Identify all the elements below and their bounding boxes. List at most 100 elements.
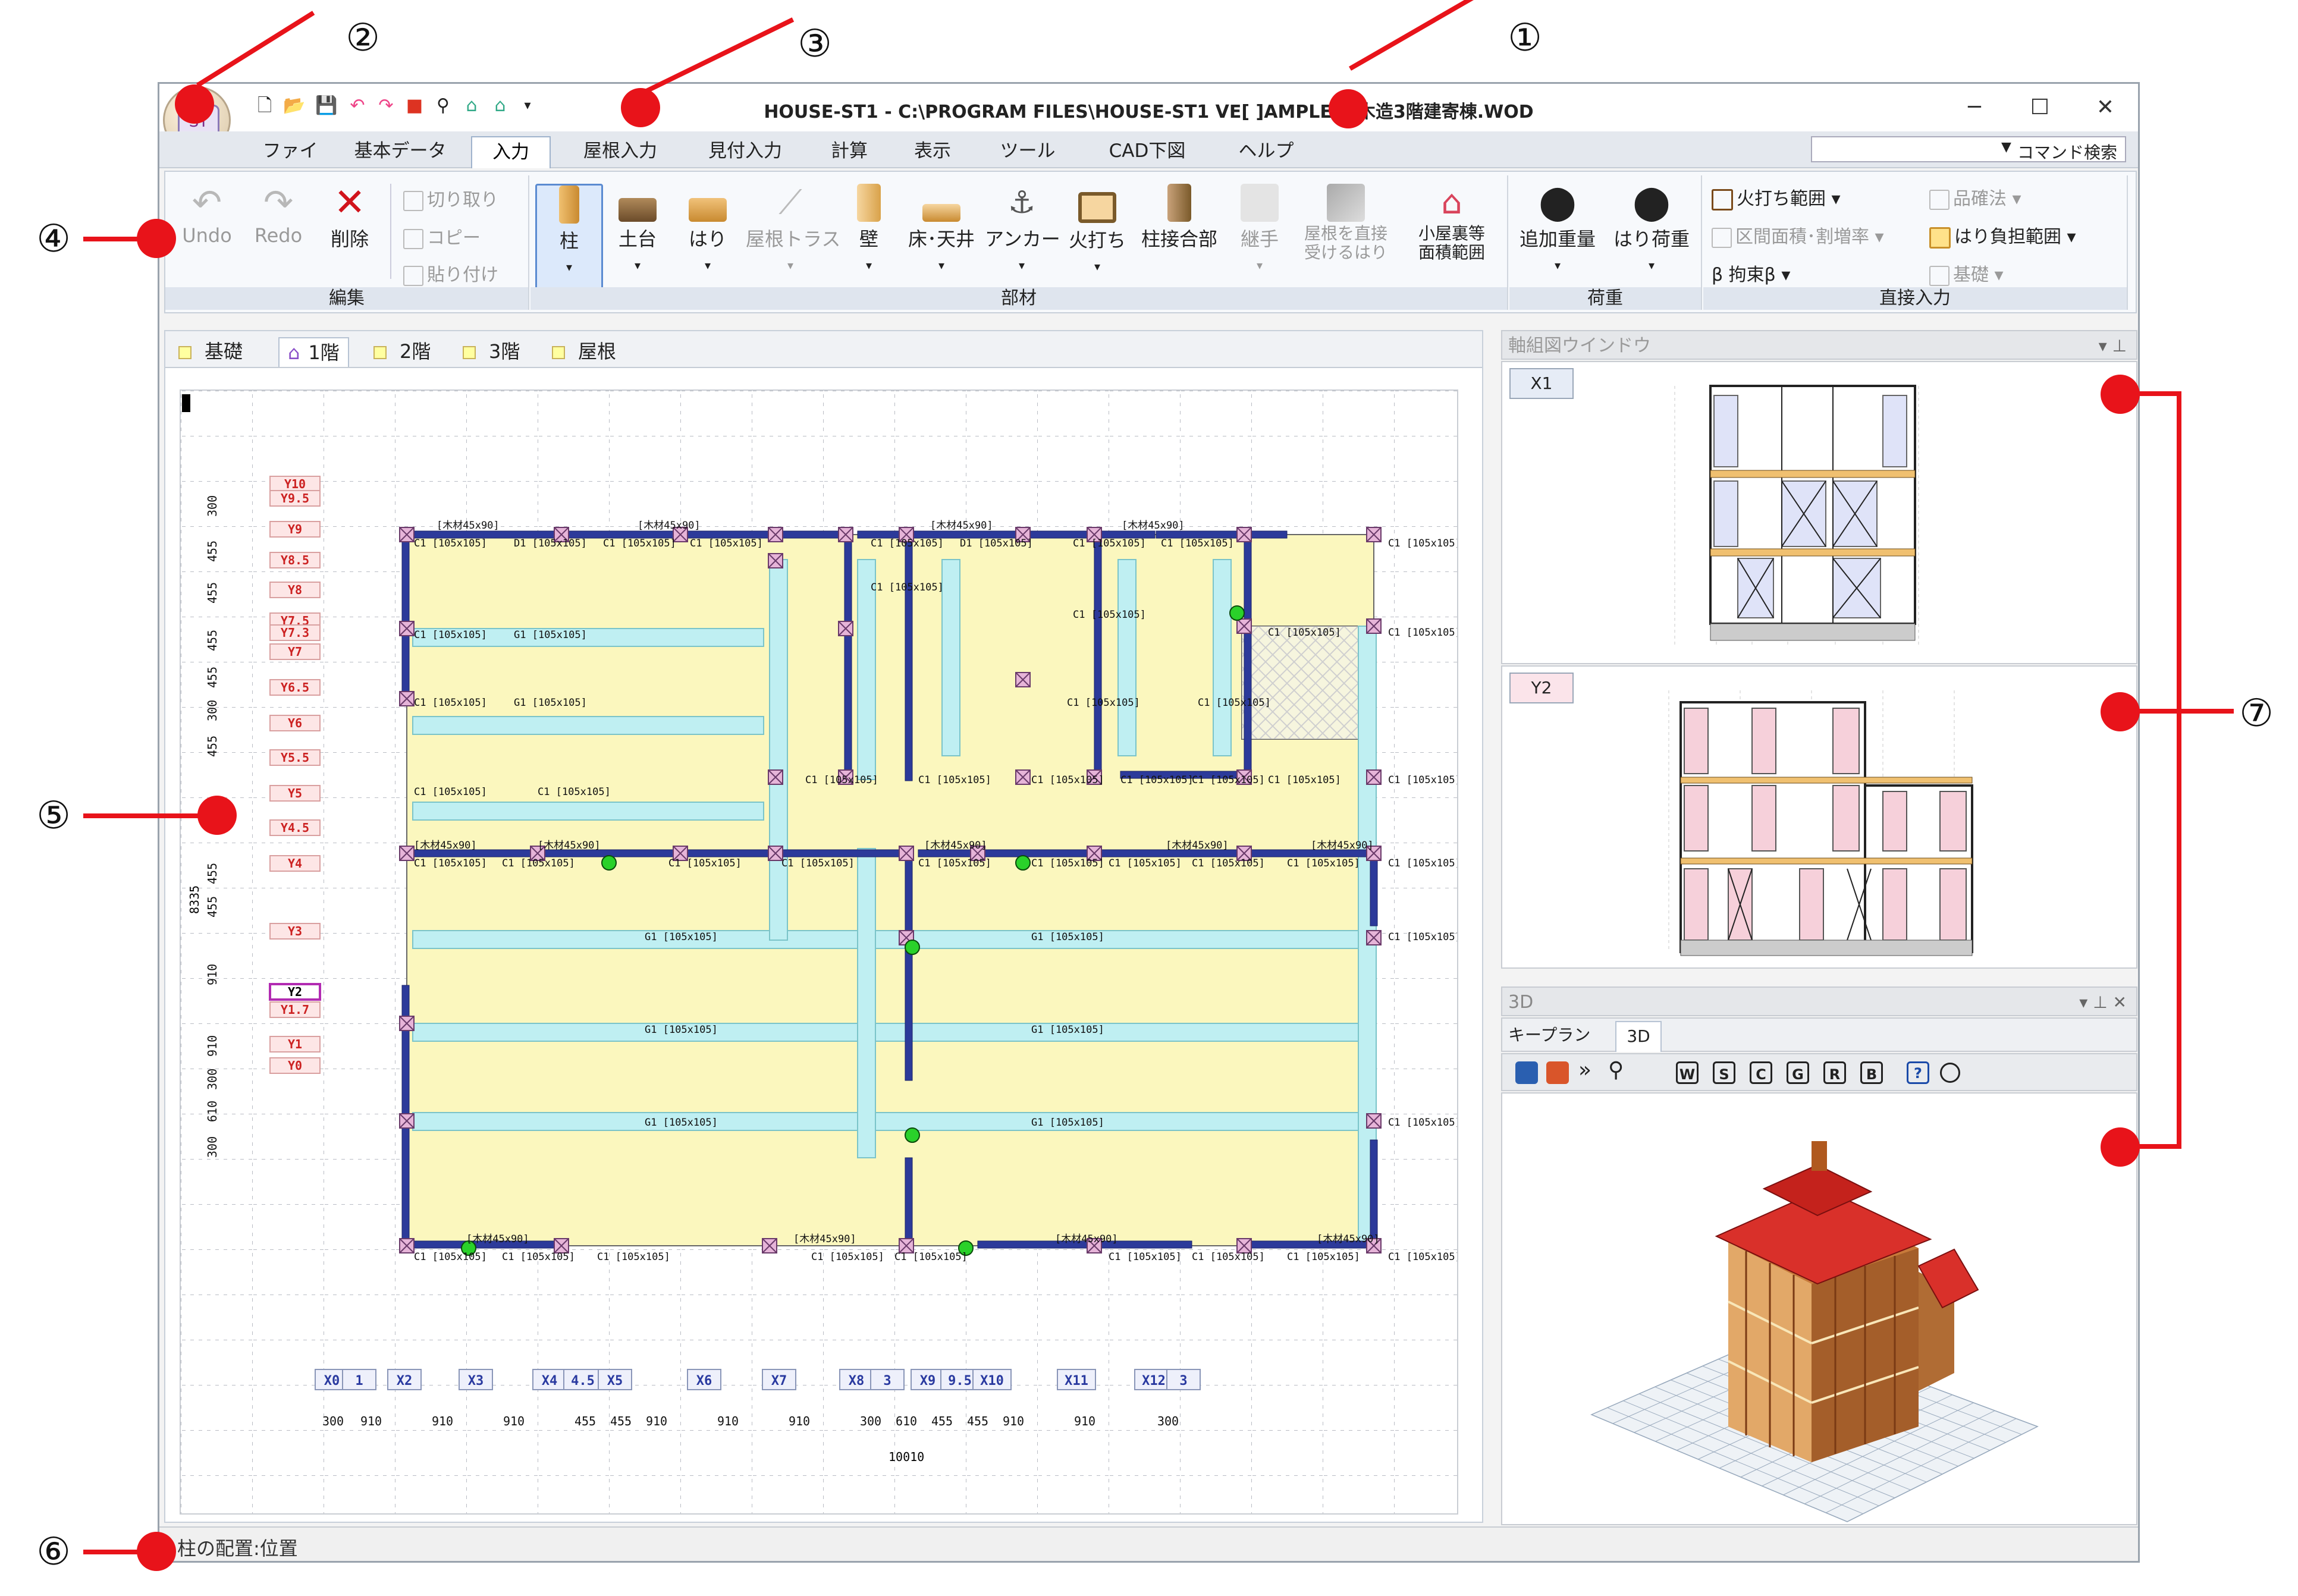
tab-cad-underlay[interactable]: CAD下図 xyxy=(1097,136,1198,167)
wall-button[interactable]: 壁 ▾ xyxy=(842,184,896,274)
column-marker[interactable] xyxy=(1236,527,1252,542)
foundation-button[interactable]: 基礎 ▾ xyxy=(1929,260,2004,286)
roof-beam-button[interactable]: 屋根を直接 受けるはり xyxy=(1295,184,1396,262)
column-marker[interactable] xyxy=(1366,1113,1382,1129)
anchor-button[interactable]: ⚓ アンカー ▾ xyxy=(985,184,1060,274)
y-axis-label[interactable]: Y4.5 xyxy=(269,819,321,836)
tab-basic-data[interactable]: 基本データ xyxy=(350,136,451,167)
column-marker[interactable] xyxy=(1015,672,1031,687)
attic-area-button[interactable]: ⌂ 小屋裏等 面積範囲 xyxy=(1402,184,1501,262)
y-axis-label[interactable]: Y2 xyxy=(269,983,321,1001)
hinkakuho-button[interactable]: 品確法 ▾ xyxy=(1929,184,2021,210)
render-icon[interactable] xyxy=(1546,1061,1569,1084)
floor-tab-2f[interactable]: 2階 xyxy=(373,337,431,366)
column-marker[interactable] xyxy=(762,1238,777,1253)
x-axis-label[interactable]: 1 xyxy=(342,1369,376,1390)
x-axis-label[interactable]: X4 xyxy=(532,1369,567,1390)
column-marker[interactable] xyxy=(1366,930,1382,945)
beam-button[interactable]: はり ▾ xyxy=(676,184,740,274)
tab-input[interactable]: 入力 xyxy=(471,136,551,168)
pin-icon[interactable]: ▾ ⊥ xyxy=(2099,331,2127,361)
y-axis-label[interactable]: Y1 xyxy=(269,1036,321,1053)
maximize-button[interactable]: ☐ xyxy=(2007,91,2073,124)
x-axis-label[interactable]: X3 xyxy=(459,1369,493,1390)
column-marker[interactable] xyxy=(399,1016,415,1031)
window-icon[interactable] xyxy=(1940,1063,1960,1083)
w-toggle-button[interactable]: W xyxy=(1676,1061,1699,1084)
floor-plan-canvas[interactable]: [木材45x90] [木材45x90] [木材45x90] [木材45x90] C1 [… xyxy=(180,389,1461,1515)
splice-button[interactable]: 継手 ▾ xyxy=(1230,184,1289,274)
walk-icon[interactable]: ⚲ xyxy=(1608,1058,1624,1082)
beam-burden-button[interactable]: はり負担範囲 ▾ xyxy=(1929,222,2076,249)
sill-button[interactable]: 土台 ▾ xyxy=(605,184,670,274)
tab-elevation-input[interactable]: 見付入力 xyxy=(695,136,796,167)
y-axis-label[interactable]: Y9.5 xyxy=(269,490,321,507)
x-axis-label[interactable]: 4.5 xyxy=(563,1369,602,1390)
tab-calc[interactable]: 計算 xyxy=(820,136,879,167)
x-axis-label[interactable]: X5 xyxy=(598,1369,632,1390)
floor-tab-1f[interactable]: ⌂ 1階 xyxy=(278,337,349,367)
tab-keyplan[interactable]: キープラン xyxy=(1508,1022,1590,1048)
command-search-input[interactable]: ▼ コマンド検索 xyxy=(1811,136,2126,162)
y-axis-label[interactable]: Y7 xyxy=(269,643,321,660)
undo-button[interactable]: ↶ Undo xyxy=(177,184,237,247)
r-toggle-button[interactable]: R xyxy=(1823,1061,1846,1084)
column-marker[interactable] xyxy=(399,691,415,706)
column-marker[interactable] xyxy=(768,553,783,568)
column-marker[interactable] xyxy=(399,621,415,636)
column-marker[interactable] xyxy=(838,621,853,636)
y-axis-label[interactable]: Y0 xyxy=(269,1057,321,1074)
column-marker[interactable] xyxy=(1236,618,1252,634)
column-marker[interactable] xyxy=(399,1113,415,1129)
y-axis-label[interactable]: Y6.5 xyxy=(269,679,321,696)
column-marker[interactable] xyxy=(399,1238,415,1253)
y-axis-label[interactable]: Y8.5 xyxy=(269,552,321,568)
c-toggle-button[interactable]: C xyxy=(1750,1061,1772,1084)
y-axis-label[interactable]: Y3 xyxy=(269,923,321,940)
y-axis-label[interactable]: Y5.5 xyxy=(269,749,321,766)
add-weight-button[interactable]: ⬤ 追加重量 ▾ xyxy=(1513,184,1602,274)
x-axis-label[interactable]: 3 xyxy=(1166,1369,1201,1390)
close-button[interactable]: ✕ xyxy=(2073,91,2138,124)
x-axis-label[interactable]: 3 xyxy=(870,1369,905,1390)
help-icon[interactable]: ? xyxy=(1907,1061,1929,1084)
column-marker[interactable] xyxy=(399,527,415,542)
x-axis-label[interactable]: X9 xyxy=(911,1369,945,1390)
delete-button[interactable]: ✕ 削除 xyxy=(320,184,379,252)
column-marker[interactable] xyxy=(768,846,783,861)
paste-button[interactable]: 貼り付け xyxy=(403,260,498,286)
x-axis-label[interactable]: X8 xyxy=(839,1369,874,1390)
y-axis-label[interactable]: Y6 xyxy=(269,715,321,731)
column-marker[interactable] xyxy=(838,527,853,542)
tab-help[interactable]: ヘルプ xyxy=(1233,136,1299,167)
tab-tools[interactable]: ツール xyxy=(992,136,1063,167)
floor-tab-3f[interactable]: 3階 xyxy=(463,337,520,366)
column-marker[interactable] xyxy=(768,527,783,542)
s-toggle-button[interactable]: S xyxy=(1713,1061,1735,1084)
elevation-x1-panel[interactable]: X1 xyxy=(1501,361,2137,664)
x-axis-label[interactable]: X10 xyxy=(972,1369,1012,1390)
minimize-button[interactable]: ─ xyxy=(1942,91,2007,124)
tab-view[interactable]: 表示 xyxy=(903,136,962,167)
column-joint-button[interactable]: 柱接合部 xyxy=(1135,184,1224,252)
b-toggle-button[interactable]: B xyxy=(1860,1061,1883,1084)
column-marker[interactable] xyxy=(1015,769,1031,785)
copy-button[interactable]: コピー xyxy=(403,223,481,249)
roof-truss-button[interactable]: ⟋ 屋根トラス ▾ xyxy=(746,184,840,274)
tab-file[interactable]: ファイル xyxy=(255,136,326,191)
column-marker[interactable] xyxy=(768,769,783,785)
y-axis-label[interactable]: Y8 xyxy=(269,582,321,598)
y-axis-label[interactable]: Y4 xyxy=(269,855,321,872)
tab-3d[interactable]: 3D xyxy=(1615,1021,1662,1052)
y-axis-label[interactable]: Y5 xyxy=(269,785,321,802)
g-toggle-button[interactable]: G xyxy=(1787,1061,1809,1084)
tab-roof-input[interactable]: 屋根入力 xyxy=(570,136,671,167)
column-marker[interactable] xyxy=(399,846,415,861)
floor-ceiling-button[interactable]: 床･天井 ▾ xyxy=(903,184,980,274)
threed-viewport[interactable] xyxy=(1501,1092,2137,1525)
y-axis-label[interactable]: Y7.3 xyxy=(269,624,321,641)
hiuchi-range-button[interactable]: 火打ち範囲 ▾ xyxy=(1712,184,1841,211)
beam-load-button[interactable]: ⬤ はり荷重 ▾ xyxy=(1607,184,1696,274)
floor-tab-roof[interactable]: 屋根 xyxy=(552,337,616,366)
more-icon[interactable]: » xyxy=(1578,1058,1591,1082)
